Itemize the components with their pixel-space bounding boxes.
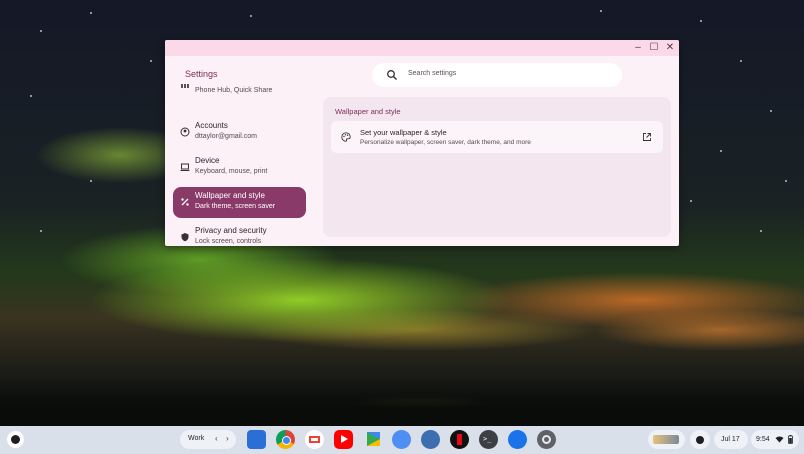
notification-button[interactable] xyxy=(690,430,710,449)
tips-app-icon[interactable] xyxy=(392,430,411,449)
wifi-icon xyxy=(775,436,784,443)
section-title: Wallpaper and style xyxy=(335,107,401,116)
battery-icon xyxy=(788,435,793,444)
quick-settings-tray[interactable]: 9:54 xyxy=(751,430,799,449)
photos-app-icon[interactable] xyxy=(421,430,440,449)
wallpaper-section-card: Wallpaper and style Set your wallpaper &… xyxy=(323,97,671,237)
desk-switcher[interactable]: Work ‹ › xyxy=(180,430,236,449)
sidebar-item-subtitle: Keyboard, mouse, print xyxy=(195,168,268,175)
minimize-button[interactable]: – xyxy=(631,42,645,54)
title-bar[interactable]: – ☐ ✕ xyxy=(165,40,679,56)
terminal-app-icon[interactable]: >_ xyxy=(479,430,498,449)
sidebar-item-subtitle: Phone Hub, Quick Share xyxy=(195,87,273,94)
sidebar-item-wallpaper-and-style[interactable]: Wallpaper and style Dark theme, screen s… xyxy=(173,187,306,218)
chevron-right-icon[interactable]: › xyxy=(226,434,229,443)
sidebar-item-subtitle: Lock screen, controls xyxy=(195,238,262,245)
sidebar-nav: Phone Hub, Quick Share Accounts dttaylor… xyxy=(165,84,315,246)
app-title: Settings xyxy=(185,69,218,79)
shield-icon xyxy=(181,233,189,242)
search-placeholder: Search settings xyxy=(408,70,457,77)
palette-icon xyxy=(341,132,351,142)
holding-space-button[interactable] xyxy=(648,430,685,449)
sidebar-item-accounts[interactable]: Accounts dttaylor@gmail.com xyxy=(173,117,306,148)
set-wallpaper-row[interactable]: Set your wallpaper & style Personalize w… xyxy=(331,121,663,153)
launcher-icon xyxy=(11,435,20,444)
chrome-app-icon[interactable] xyxy=(276,430,295,449)
phone-hub-icon xyxy=(181,84,189,88)
desk-label: Work xyxy=(188,435,205,442)
sidebar-item-subtitle: dttaylor@gmail.com xyxy=(195,133,257,140)
sidebar-item-subtitle: Dark theme, screen saver xyxy=(195,203,276,210)
shelf: Work ‹ › >_ Jul 17 9:54 xyxy=(0,426,804,454)
sidebar-item-title: Accounts xyxy=(195,121,228,130)
maximize-button[interactable]: ☐ xyxy=(647,42,661,54)
netflix-app-icon[interactable] xyxy=(450,430,469,449)
search-input[interactable]: Search settings xyxy=(372,63,622,87)
messages-app-icon[interactable] xyxy=(508,430,527,449)
date-tray[interactable]: Jul 17 xyxy=(714,430,748,449)
search-icon xyxy=(387,70,397,80)
chevron-left-icon[interactable]: ‹ xyxy=(215,434,218,443)
launcher-button[interactable] xyxy=(7,431,24,448)
sidebar-item-title: Device xyxy=(195,156,220,165)
sidebar-item-device[interactable]: Device Keyboard, mouse, print xyxy=(173,152,306,183)
close-button[interactable]: ✕ xyxy=(663,42,677,54)
settings-app-icon[interactable] xyxy=(537,430,556,449)
gmail-app-icon[interactable] xyxy=(305,430,324,449)
tree-line xyxy=(0,380,804,426)
laptop-icon xyxy=(180,163,190,171)
holding-space-thumbnail xyxy=(653,435,679,444)
play-store-app-icon[interactable] xyxy=(363,430,382,449)
open-external-icon[interactable] xyxy=(642,132,652,142)
notification-icon xyxy=(696,436,704,444)
date-label: Jul 17 xyxy=(721,436,740,443)
sidebar-item-connected-devices[interactable]: Phone Hub, Quick Share xyxy=(173,82,306,113)
account-icon xyxy=(180,127,190,137)
sidebar-item-title: Wallpaper and style xyxy=(195,191,265,200)
youtube-app-icon[interactable] xyxy=(334,430,353,449)
brush-icon xyxy=(181,198,189,206)
time-label: 9:54 xyxy=(756,436,770,443)
row-subtitle: Personalize wallpaper, screen saver, dar… xyxy=(360,139,531,146)
sidebar-item-title: Privacy and security xyxy=(195,226,267,235)
settings-window: – ☐ ✕ Settings Search settings Phone Hub… xyxy=(165,40,679,246)
row-title: Set your wallpaper & style xyxy=(360,128,447,137)
sidebar-item-privacy-and-security[interactable]: Privacy and security Lock screen, contro… xyxy=(173,222,306,246)
files-app-icon[interactable] xyxy=(247,430,266,449)
